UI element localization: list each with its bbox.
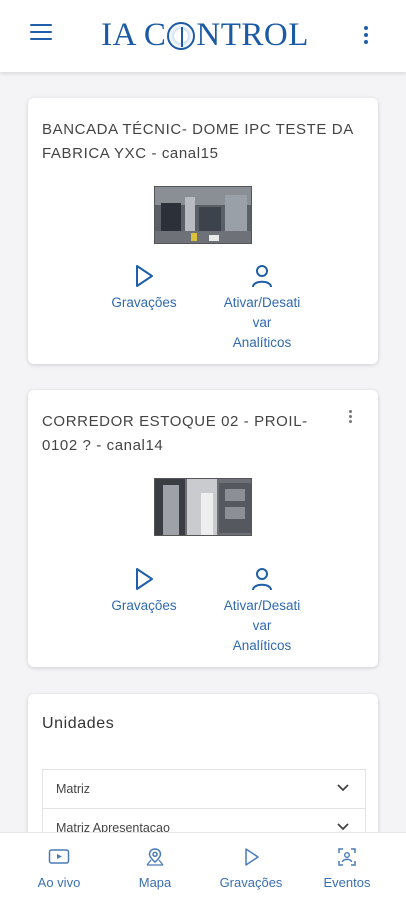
- hamburger-menu-icon[interactable]: [30, 24, 54, 44]
- camera-thumbnail[interactable]: [154, 478, 252, 536]
- person-icon: [252, 265, 272, 288]
- nav-label: Ao vivo: [37, 875, 81, 890]
- play-icon: [245, 848, 259, 866]
- nav-label: Eventos: [323, 875, 371, 890]
- card-more-icon[interactable]: [346, 410, 354, 426]
- camera-thumbnail[interactable]: [154, 186, 252, 244]
- map-icon: [146, 848, 164, 866]
- recordings-button[interactable]: Gravações: [94, 263, 194, 313]
- camera-card: BANCADA TÉCNIC- DOME IPC TESTE DA FABRIC…: [28, 98, 378, 364]
- nav-gravacoes[interactable]: Gravações: [206, 847, 296, 890]
- recordings-label: Gravações: [111, 295, 177, 310]
- units-title: Unidades: [42, 715, 115, 732]
- analytics-label: var: [252, 315, 272, 330]
- brand-logo: IA C NTROL: [101, 16, 309, 53]
- globe-icon: [167, 22, 196, 50]
- recordings-label: Gravações: [111, 598, 177, 613]
- play-icon: [136, 265, 153, 287]
- toggle-analytics-button[interactable]: Ativar/Desati var Analíticos: [212, 566, 312, 656]
- live-tv-icon: [48, 849, 70, 864]
- analytics-label: Analíticos: [232, 335, 292, 350]
- play-icon: [136, 568, 153, 590]
- analytics-label: var: [252, 618, 272, 633]
- chevron-down-icon: [337, 823, 349, 831]
- toggle-analytics-button[interactable]: Ativar/Desati var Analíticos: [212, 263, 312, 353]
- recordings-button[interactable]: Gravações: [94, 566, 194, 616]
- camera-card: CORREDOR ESTOQUE 02 - PROIL-0102 ? - can…: [28, 390, 378, 667]
- nav-label: Mapa: [138, 875, 172, 890]
- nav-eventos[interactable]: Eventos: [302, 847, 392, 890]
- chevron-down-icon: [337, 784, 349, 792]
- nav-label: Gravações: [219, 875, 283, 890]
- bottom-navigation: Ao vivo Mapa Gravações Eventos: [0, 832, 406, 900]
- analytics-label: Ativar/Desati: [223, 598, 301, 613]
- analytics-label: Ativar/Desati: [223, 295, 301, 310]
- analytics-label: Analíticos: [232, 638, 292, 653]
- app-bar: IA C NTROL: [0, 0, 406, 72]
- unit-item-matriz[interactable]: Matriz: [42, 769, 366, 809]
- more-vert-icon[interactable]: [360, 26, 372, 46]
- events-scan-icon: [338, 848, 356, 866]
- nav-mapa[interactable]: Mapa: [110, 847, 200, 890]
- nav-ao-vivo[interactable]: Ao vivo: [14, 847, 104, 890]
- camera-title: BANCADA TÉCNIC- DOME IPC TESTE DA FABRIC…: [42, 121, 353, 162]
- person-icon: [252, 568, 272, 591]
- unit-label: Matriz: [56, 782, 91, 796]
- camera-title: CORREDOR ESTOQUE 02 - PROIL-0102 ? - can…: [42, 413, 308, 454]
